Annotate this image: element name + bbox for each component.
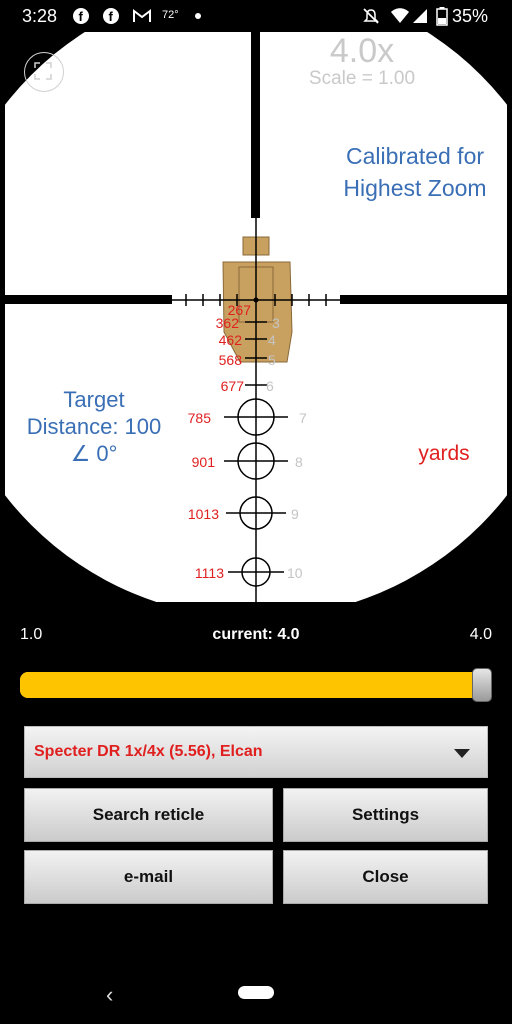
reticle-select[interactable]: Specter DR 1x/4x (5.56), Elcan xyxy=(24,726,488,778)
target-line-1: Target xyxy=(63,387,125,412)
svg-text:f: f xyxy=(79,9,84,24)
silent-icon xyxy=(363,8,379,24)
facebook-icon: f xyxy=(73,8,89,24)
scale-value: Scale = 1.00 xyxy=(308,68,416,89)
unit-label: yards xyxy=(418,442,470,465)
range-label-1113: 1113 xyxy=(195,565,224,581)
range-label-1013: 1013 xyxy=(188,506,219,522)
crosshair-post-right xyxy=(340,295,512,304)
slider-max-label: 4.0 xyxy=(469,626,492,643)
signal-icon xyxy=(413,9,427,23)
slider-min-label: 1.0 xyxy=(20,626,43,643)
range-label-785: 785 xyxy=(188,410,212,426)
gmail-icon xyxy=(133,9,151,22)
close-button[interactable]: Close xyxy=(283,850,488,904)
battery-icon xyxy=(436,7,448,26)
target-angle: ∠ 0° xyxy=(70,441,118,466)
mark-number-10: 10 xyxy=(287,565,303,581)
range-label-362: 362 xyxy=(216,315,240,331)
mark-number-7: 7 xyxy=(299,410,307,426)
mark-number-6: 6 xyxy=(266,378,274,394)
home-pill-icon[interactable] xyxy=(238,986,274,999)
mark-number-8: 8 xyxy=(295,454,303,470)
fullscreen-icon[interactable] xyxy=(24,52,64,92)
calibration-note: Calibrated for Highest Zoom xyxy=(320,140,510,204)
reticle-view[interactable]: 267 362 462 568 677 785 901 1013 1113 3 … xyxy=(0,32,512,602)
wifi-icon xyxy=(391,8,409,23)
slider-current-label: current: 4.0 xyxy=(212,626,300,643)
target-distance: Target Distance: 100 ∠ 0° xyxy=(10,386,178,467)
email-button[interactable]: e-mail xyxy=(24,850,273,904)
status-temperature: 72° xyxy=(162,9,179,21)
settings-button[interactable]: Settings xyxy=(283,788,488,842)
status-time: 3:28 xyxy=(22,6,58,26)
mark-number-4: 4 xyxy=(268,332,276,348)
range-label-677: 677 xyxy=(221,378,245,394)
back-icon[interactable]: ‹ xyxy=(106,982,113,1008)
mark-number-3: 3 xyxy=(272,315,280,331)
svg-text:f: f xyxy=(109,9,114,24)
zoom-slider-thumb[interactable] xyxy=(472,668,492,702)
mark-number-9: 9 xyxy=(291,506,299,522)
reticle-select-value: Specter DR 1x/4x (5.56), Elcan xyxy=(34,743,263,760)
dot-icon xyxy=(195,13,201,19)
crosshair-post-left xyxy=(0,295,172,304)
range-label-568: 568 xyxy=(219,352,243,368)
zoom-level: 4.0x xyxy=(329,32,395,70)
reticle-graphic: 267 362 462 568 677 785 901 1013 1113 3 … xyxy=(0,32,512,602)
calibration-line-2: Highest Zoom xyxy=(343,175,487,201)
zoom-slider-track[interactable] xyxy=(20,672,490,698)
zoom-slider-fill xyxy=(20,672,490,698)
crosshair-post-top xyxy=(251,32,260,218)
status-battery: 35% xyxy=(452,6,489,26)
dropdown-arrow-icon xyxy=(454,749,470,758)
search-reticle-button[interactable]: Search reticle xyxy=(24,788,273,842)
range-label-901: 901 xyxy=(192,454,216,470)
target-line-2: Distance: 100 xyxy=(26,414,162,439)
status-bar: 3:28 f f 72° 35% xyxy=(0,0,512,32)
mark-number-5: 5 xyxy=(268,352,276,368)
range-label-462: 462 xyxy=(219,332,243,348)
calibration-line-1: Calibrated for xyxy=(345,143,485,169)
facebook-icon: f xyxy=(103,8,119,24)
